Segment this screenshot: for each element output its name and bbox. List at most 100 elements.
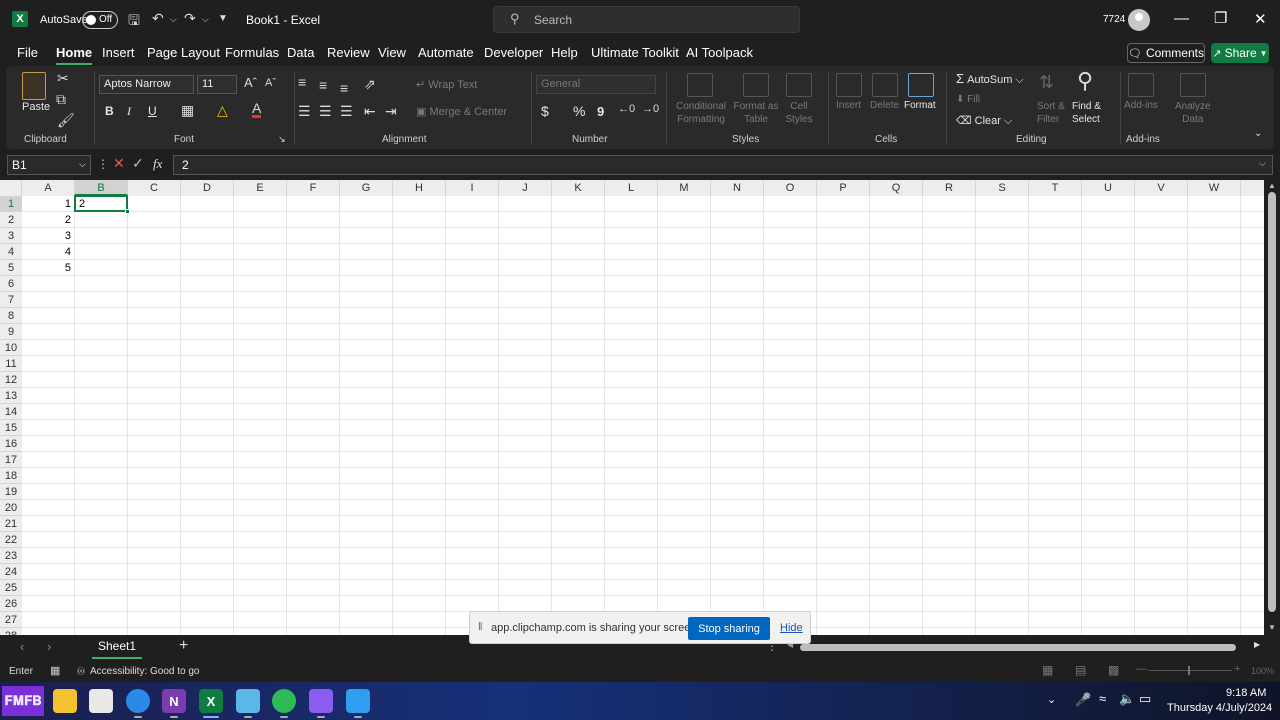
decrease-font-icon[interactable]: Aˇ [265, 77, 276, 89]
search-box[interactable]: ⚲ Search [493, 6, 800, 33]
italic-button[interactable]: I [127, 104, 131, 119]
row-header-23[interactable]: 23 [0, 548, 22, 564]
increase-decimal-icon[interactable]: ←0 [618, 103, 635, 115]
customize-icon[interactable]: ▼ [218, 13, 228, 24]
column-header-h[interactable]: H [393, 180, 446, 196]
fm-fb-app-icon[interactable]: 𝐅𝐌𝐅𝐁 [2, 686, 44, 716]
paste-label[interactable]: Paste [22, 101, 50, 113]
align-right-icon[interactable]: ☰ [340, 103, 353, 120]
find-select-icon[interactable]: ⚲ [1077, 68, 1093, 94]
row-header-19[interactable]: 19 [0, 484, 22, 500]
save-icon[interactable]: 🖫 [128, 10, 140, 34]
formula-input[interactable]: 2 [173, 155, 1273, 175]
close-icon[interactable]: ✕ [1254, 10, 1267, 28]
decrease-decimal-icon[interactable]: →0 [642, 103, 659, 115]
notepad-icon[interactable] [236, 689, 260, 713]
wrap-text-button[interactable]: ↵ Wrap Text [416, 78, 477, 91]
row-header-14[interactable]: 14 [0, 404, 22, 420]
borders-icon[interactable]: ▦ [181, 102, 194, 119]
number-format-select[interactable]: General [536, 75, 656, 94]
zoom-slider[interactable] [1148, 666, 1232, 675]
sheet-tab-sheet1[interactable]: Sheet1 [92, 635, 142, 659]
insert-function-icon[interactable]: fx [153, 156, 162, 172]
column-header-w[interactable]: W [1188, 180, 1241, 196]
addins-button[interactable]: Add-ins [1124, 100, 1158, 111]
excel-icon[interactable]: X [199, 689, 223, 713]
select-all-corner[interactable] [0, 180, 22, 196]
comments-button[interactable]: 🗨 Comments [1127, 43, 1205, 63]
delete-cells-button[interactable]: Delete [870, 100, 899, 111]
undo-dropdown-icon[interactable]: ⌵ [170, 14, 177, 25]
column-header-v[interactable]: V [1135, 180, 1188, 196]
tab-formulas[interactable]: Formulas [225, 45, 279, 60]
cut-icon[interactable]: ✂ [57, 70, 69, 87]
cancel-icon[interactable]: ✕ [113, 155, 125, 172]
horizontal-scrollbar[interactable] [800, 644, 1236, 651]
zoom-out-icon[interactable]: — [1136, 663, 1147, 675]
zoom-thumb[interactable] [1188, 666, 1190, 675]
minimize-icon[interactable]: — [1174, 10, 1189, 27]
cell-a5[interactable]: 5 [24, 260, 71, 276]
column-header-j[interactable]: J [499, 180, 552, 196]
page-break-icon[interactable]: ▩ [1108, 663, 1119, 677]
percent-button[interactable]: % [573, 103, 585, 119]
column-header-c[interactable]: C [128, 180, 181, 196]
scroll-thumb[interactable] [1268, 192, 1276, 612]
font-size-select[interactable]: 11 [197, 75, 237, 94]
increase-font-icon[interactable]: Aˆ [244, 75, 257, 90]
paste-icon[interactable] [22, 72, 46, 100]
cell-styles-icon[interactable] [786, 73, 812, 97]
chrome-icon[interactable] [126, 689, 150, 713]
format-painter-icon[interactable]: 🖌 [57, 112, 75, 129]
fill-handle[interactable] [125, 209, 130, 214]
column-header-i[interactable]: I [446, 180, 499, 196]
merge-center-button[interactable]: ▣ Merge & Center [416, 105, 507, 118]
file-explorer-icon[interactable] [53, 689, 77, 713]
row-header-10[interactable]: 10 [0, 340, 22, 356]
row-header-6[interactable]: 6 [0, 276, 22, 292]
cell-a4[interactable]: 4 [24, 244, 71, 260]
macro-icon[interactable]: ▦ [50, 664, 60, 677]
conditional-formatting-icon[interactable] [687, 73, 713, 97]
row-header-16[interactable]: 16 [0, 436, 22, 452]
column-header-o[interactable]: O [764, 180, 817, 196]
enter-icon[interactable]: ✓ [132, 155, 144, 172]
stop-sharing-button[interactable]: Stop sharing [688, 617, 770, 640]
row-header-3[interactable]: 3 [0, 228, 22, 244]
tab-insert[interactable]: Insert [102, 45, 135, 60]
column-header-q[interactable]: Q [870, 180, 923, 196]
scroll-down-icon[interactable]: ▼ [1268, 623, 1276, 632]
autosave-toggle[interactable]: Off [82, 11, 118, 29]
fill-color-icon[interactable]: △ [217, 102, 228, 119]
comma-button[interactable]: 9 [597, 104, 604, 119]
wifi-icon[interactable]: ≈ [1099, 691, 1106, 706]
clear-button[interactable]: ⌫ Clear ⌵ [956, 114, 1012, 128]
row-header-9[interactable]: 9 [0, 324, 22, 340]
redo-dropdown-icon[interactable]: ⌵ [202, 14, 209, 25]
scroll-up-icon[interactable]: ▲ [1268, 181, 1276, 190]
cell-a1[interactable]: 1 [24, 196, 71, 212]
row-header-17[interactable]: 17 [0, 452, 22, 468]
column-header-n[interactable]: N [711, 180, 764, 196]
prev-sheet-icon[interactable]: ‹ [20, 639, 24, 654]
row-header-13[interactable]: 13 [0, 388, 22, 404]
sort-filter-icon[interactable]: ⇅ [1039, 72, 1054, 93]
clipchamp-icon[interactable] [309, 689, 333, 713]
column-header-k[interactable]: K [552, 180, 605, 196]
column-header-s[interactable]: S [976, 180, 1029, 196]
row-header-28[interactable]: 28 [0, 628, 22, 635]
row-header-24[interactable]: 24 [0, 564, 22, 580]
row-header-27[interactable]: 27 [0, 612, 22, 628]
underline-button[interactable]: U [148, 104, 157, 118]
avatar[interactable] [1128, 9, 1150, 31]
column-header-l[interactable]: L [605, 180, 658, 196]
column-header-p[interactable]: P [817, 180, 870, 196]
row-header-18[interactable]: 18 [0, 468, 22, 484]
analyze-data-icon[interactable] [1180, 73, 1206, 97]
name-box[interactable]: B1 ⌵ [7, 155, 91, 175]
zoom-level[interactable]: 100% [1251, 666, 1274, 676]
redo-icon[interactable]: ↷ [184, 10, 196, 27]
scroll-right-icon[interactable]: ▶ [1254, 640, 1260, 649]
autosum-button[interactable]: Σ AutoSum ⌵ [956, 71, 1024, 87]
show-hidden-icons[interactable]: ⌄ [1047, 693, 1056, 706]
